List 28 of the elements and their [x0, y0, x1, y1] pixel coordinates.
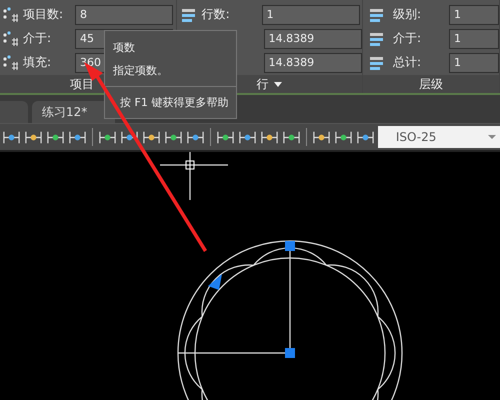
grip-handle[interactable] — [285, 348, 295, 358]
number-field[interactable]: 1 — [449, 4, 499, 24]
number-field[interactable]: 1 — [449, 28, 499, 48]
number-field[interactable]: 14.8389 — [264, 28, 362, 48]
dots-icon — [2, 30, 20, 46]
caret-icon[interactable] — [274, 82, 282, 87]
number-field[interactable]: 1 — [262, 4, 360, 24]
field-label: 级别: — [392, 6, 422, 23]
panel-title: 项目 — [70, 76, 94, 93]
dots-icon — [2, 54, 20, 70]
number-field[interactable]: 14.8389 — [264, 52, 362, 72]
tooltip-description: 指定项数。 — [112, 63, 169, 79]
field-label: 填充: — [22, 54, 52, 71]
field-label: 总计: — [392, 54, 422, 71]
triangle-grip-icon[interactable] — [208, 274, 222, 290]
crosshair-cursor — [160, 152, 228, 200]
number-field[interactable]: 1 — [449, 52, 499, 72]
grip-handle[interactable] — [285, 241, 295, 251]
number-field[interactable]: 8 — [75, 4, 173, 24]
field-label: 介于: — [392, 30, 422, 47]
dots-icon — [2, 6, 20, 22]
panel-title: 层级 — [419, 76, 443, 93]
field-label: 项目数: — [22, 6, 64, 23]
tooltip-title: 项数 — [112, 40, 136, 56]
field-label: 行数: — [200, 6, 231, 23]
field-label: 介于: — [22, 30, 52, 47]
panel-title: 行 — [256, 76, 268, 93]
dimension-style-dropdown[interactable]: ISO-25 — [378, 126, 500, 148]
